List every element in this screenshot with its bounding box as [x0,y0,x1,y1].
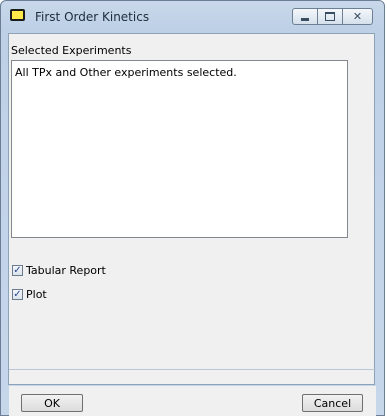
close-button[interactable]: ✕ [343,8,373,25]
status-divider [9,369,376,370]
tabular-report-option[interactable]: ✓ Tabular Report [12,264,106,277]
selected-experiments-list[interactable]: All TPx and Other experiments selected. [11,60,348,238]
minimize-button[interactable] [292,8,318,25]
plot-checkbox[interactable]: ✓ [12,289,23,300]
app-window-icon [10,9,25,21]
plot-label[interactable]: Plot [26,288,47,301]
selected-experiments-text: All TPx and Other experiments selected. [15,66,237,79]
checkmark-icon: ✓ [13,288,22,300]
window-title: First Order Kinetics [35,10,150,24]
ok-button[interactable]: OK [21,394,83,412]
title-bar[interactable]: First Order Kinetics ✕ [1,1,384,35]
selected-experiments-label: Selected Experiments [11,44,132,57]
cancel-button[interactable]: Cancel [302,394,363,412]
checkmark-icon: ✓ [13,264,22,276]
plot-option[interactable]: ✓ Plot [12,288,47,301]
close-icon: ✕ [352,10,363,23]
tabular-report-checkbox[interactable]: ✓ [12,265,23,276]
minimize-icon [301,18,309,21]
maximize-button[interactable] [318,8,343,25]
tabular-report-label[interactable]: Tabular Report [26,264,106,277]
maximize-icon [325,12,335,21]
